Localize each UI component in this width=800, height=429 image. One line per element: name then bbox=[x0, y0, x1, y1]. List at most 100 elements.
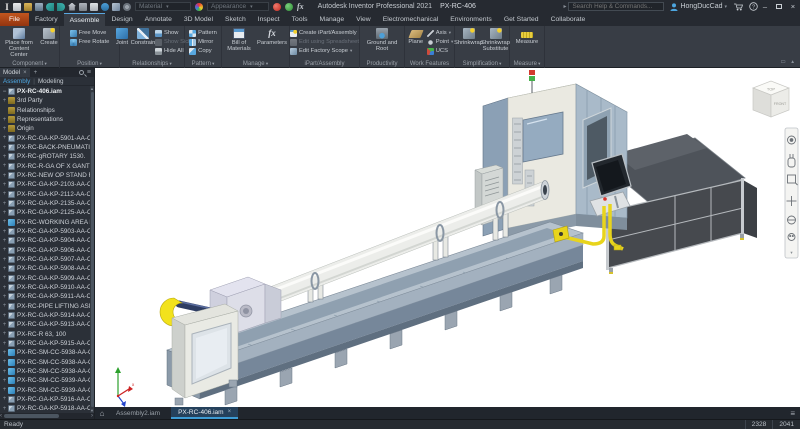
tree-item[interactable]: + PX-RC-GA-KP-5903-AA-COLOURI bbox=[0, 227, 94, 236]
account-menu[interactable]: HongDucCad ▾ bbox=[670, 3, 727, 11]
ribbon-tab[interactable]: Environments bbox=[444, 13, 498, 26]
expander[interactable]: + bbox=[2, 173, 7, 179]
panel-label[interactable]: Measure bbox=[510, 61, 544, 67]
fx-parameters-icon[interactable]: fx bbox=[297, 2, 304, 11]
inventor-logo-icon[interactable]: I bbox=[4, 2, 10, 12]
document-tab[interactable]: Assembly2.iam bbox=[109, 407, 171, 419]
tree-item[interactable]: + PX-RC-GA-KP-2103-AA-COLOURI bbox=[0, 180, 94, 189]
edit-spreadsheet-button[interactable]: Edit using Spreadsheet bbox=[290, 38, 359, 46]
panel-label[interactable]: iPart/Assembly bbox=[290, 61, 359, 67]
browser-menu-icon[interactable]: ≡ bbox=[87, 70, 91, 76]
tab-assembly[interactable]: Assembly bbox=[3, 78, 30, 85]
expander[interactable]: + bbox=[2, 191, 7, 197]
tree-item[interactable]: + Representations bbox=[0, 115, 94, 124]
edit-factory-scope-button[interactable]: Edit Factory Scope▾ bbox=[290, 47, 352, 55]
model-panel-tab[interactable]: Model× bbox=[0, 68, 30, 77]
free-move-button[interactable]: Free Move bbox=[70, 29, 110, 37]
ribbon-tab[interactable]: Annotate bbox=[139, 13, 178, 26]
help-icon[interactable]: ? bbox=[749, 2, 758, 11]
tree-item[interactable]: + PX-RC-SM-CC-5938-AA-COLOUR bbox=[0, 348, 94, 357]
shrinkwrap-button[interactable]: Shrinkwrap bbox=[456, 28, 482, 46]
ribbon-tab[interactable]: Tools bbox=[286, 13, 314, 26]
ground-and-root-button[interactable]: Ground and Root bbox=[365, 28, 399, 52]
tree-item[interactable]: Relationships bbox=[0, 106, 94, 115]
ribbon-tab[interactable]: 3D Model bbox=[178, 13, 219, 26]
update-icon[interactable] bbox=[101, 3, 109, 11]
redo-icon[interactable] bbox=[57, 3, 65, 11]
tree-item[interactable]: + PX-RC-GA-KP-5906-AA-COLOURI bbox=[0, 246, 94, 255]
tree-vertical-scrollbar[interactable]: ▲ ▼ bbox=[90, 86, 94, 413]
ribbon-tab[interactable]: Electromechanical bbox=[377, 13, 445, 26]
search-icon[interactable] bbox=[79, 70, 84, 75]
tree-item[interactable]: + PX-RC-GA-KP-2112-AA-COLOURI bbox=[0, 190, 94, 199]
help-search-input[interactable] bbox=[568, 2, 664, 11]
panel-label[interactable]: Relationships bbox=[120, 61, 184, 67]
ribbon-tab[interactable]: Assemble bbox=[64, 13, 106, 26]
minimize-button[interactable]: – bbox=[758, 2, 772, 11]
print-icon[interactable] bbox=[79, 3, 87, 11]
expander[interactable]: + bbox=[2, 154, 7, 160]
parameters-button[interactable]: fx Parameters bbox=[256, 28, 288, 46]
tree-item[interactable]: + PX-RC-GA-KP-5913-AA-COLOURI bbox=[0, 320, 94, 329]
expander[interactable]: + bbox=[2, 341, 7, 347]
save-icon[interactable] bbox=[35, 3, 43, 11]
expander[interactable]: + bbox=[2, 210, 7, 216]
tree-item[interactable]: + Origin bbox=[0, 124, 94, 133]
ribbon-collapse-controls[interactable]: ▭ ▴ bbox=[781, 59, 797, 65]
ribbon-tab[interactable]: Inspect bbox=[252, 13, 286, 26]
appearance-dropdown[interactable]: Appearance▾ bbox=[207, 2, 269, 11]
ribbon-tab[interactable]: Factory bbox=[29, 13, 64, 26]
tree-item[interactable]: + PX-RC-GA-KP-5907-AA-COLOURI bbox=[0, 255, 94, 264]
tree-item[interactable]: + PX-RC-GA-KP-5910-AA-COLOURI bbox=[0, 283, 94, 292]
panel-label[interactable]: Position bbox=[60, 61, 119, 67]
create-component-button[interactable]: Create bbox=[39, 28, 59, 46]
appearance-swatch2-icon[interactable] bbox=[285, 3, 293, 11]
ucs-button[interactable]: UCS bbox=[427, 47, 453, 55]
tree-item[interactable]: + PX-RC-R-GA OF X GANTRY ASSEM bbox=[0, 162, 94, 171]
tree-item[interactable]: + PX-RC-GA-KP-5918-AA-COLOUR bbox=[0, 404, 94, 413]
mirror-button[interactable]: Mirror bbox=[189, 38, 217, 46]
scroll-up-icon[interactable]: ▲ bbox=[90, 86, 94, 91]
expander[interactable]: + bbox=[2, 387, 7, 393]
ribbon-tab[interactable]: Design bbox=[105, 13, 138, 26]
expander[interactable]: + bbox=[2, 201, 7, 207]
expander[interactable]: + bbox=[2, 378, 7, 384]
tree-item[interactable]: + PX-RC-BACK-PNEUMATIC CHUCK bbox=[0, 143, 94, 152]
tree-item[interactable]: + PX-RC-GA-KP-5914-AA-COLOURI bbox=[0, 311, 94, 320]
ribbon-tab[interactable]: View bbox=[350, 13, 377, 26]
measure-button[interactable]: Measure bbox=[514, 28, 540, 45]
pattern-button[interactable]: Pattern bbox=[189, 29, 217, 37]
bill-of-materials-button[interactable]: Bill of Materials bbox=[223, 28, 255, 52]
tab-list-icon[interactable]: ≡ bbox=[790, 409, 800, 418]
graphics-viewport[interactable]: x z TOP FRONT bbox=[95, 68, 800, 407]
expander[interactable]: + bbox=[2, 294, 7, 300]
expander[interactable]: + bbox=[2, 266, 7, 272]
tree-item[interactable]: + PX-RC-GA-KP-2135-AA-COLOURI bbox=[0, 199, 94, 208]
expander[interactable]: + bbox=[2, 145, 7, 151]
expander[interactable]: + bbox=[2, 257, 7, 263]
tree-item[interactable]: + 3rd Party bbox=[0, 96, 94, 105]
expander[interactable]: + bbox=[2, 285, 7, 291]
panel-label[interactable]: Simplification bbox=[455, 61, 509, 67]
color-wheel-icon[interactable] bbox=[195, 3, 203, 11]
ribbon-tab[interactable]: Get Started bbox=[498, 13, 545, 26]
component-box-icon[interactable] bbox=[112, 3, 120, 11]
tree-item[interactable]: + PX-RC-GA-KP-5911-AA-COLOURI bbox=[0, 292, 94, 301]
tree-item[interactable]: + PX-RC-GA-KP-5909-AA-COLOURI bbox=[0, 274, 94, 283]
panel-label[interactable]: Productivity bbox=[360, 61, 404, 67]
copy-button[interactable]: Copy bbox=[189, 47, 217, 55]
plane-button[interactable]: Plane bbox=[406, 28, 426, 45]
gear-icon[interactable] bbox=[123, 3, 131, 11]
constrain-button[interactable]: Constrain bbox=[132, 28, 154, 46]
tree-item[interactable]: + PX-RC-R 63, 100 bbox=[0, 330, 94, 339]
tree-item[interactable]: + PX-RC-SM-CC-5939-AA-COLOUR bbox=[0, 386, 94, 395]
expander[interactable]: + bbox=[2, 238, 7, 244]
close-icon[interactable]: × bbox=[23, 70, 27, 76]
add-panel-button[interactable]: + bbox=[34, 69, 38, 76]
expander[interactable]: + bbox=[2, 126, 7, 132]
close-icon[interactable]: × bbox=[228, 409, 232, 415]
material-dropdown[interactable]: Material▾ bbox=[135, 2, 191, 11]
panel-label[interactable]: Component bbox=[0, 61, 59, 67]
home-icon[interactable]: ⌂ bbox=[95, 407, 109, 419]
place-from-content-center-button[interactable]: Place from Content Center bbox=[0, 28, 38, 58]
